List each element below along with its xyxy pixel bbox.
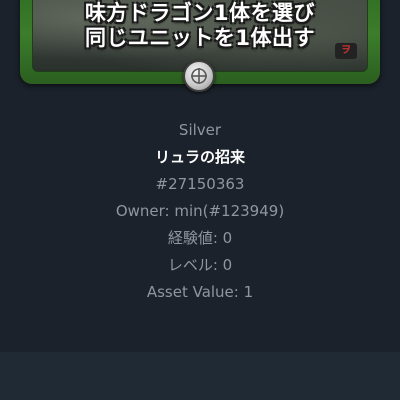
footer-band	[0, 352, 400, 400]
silver-medallion-icon	[183, 60, 215, 92]
nft-card-detail: 味方ドラゴン1体を選び 同じユニットを1体出す ヲ Silver リュラの招来 …	[0, 0, 400, 400]
card-corner-mark: ヲ	[335, 43, 357, 59]
asset-value: Asset Value: 1	[146, 283, 254, 301]
card-effect-text-line-1: 味方ドラゴン1体を選び	[84, 1, 316, 25]
card-info-panel: Silver リュラの招来 #27150363 Owner: min(#1239…	[0, 117, 400, 306]
level-value: レベル: 0	[167, 256, 233, 274]
token-id: #27150363	[155, 175, 245, 193]
card-effect-text-line-2: 同じユニットを1体出す	[84, 26, 316, 50]
experience-value: 経験値: 0	[167, 229, 233, 247]
card-name: リュラの招来	[154, 148, 245, 166]
rarity-label: Silver	[178, 121, 222, 139]
owner-info: Owner: min(#123949)	[115, 202, 285, 220]
